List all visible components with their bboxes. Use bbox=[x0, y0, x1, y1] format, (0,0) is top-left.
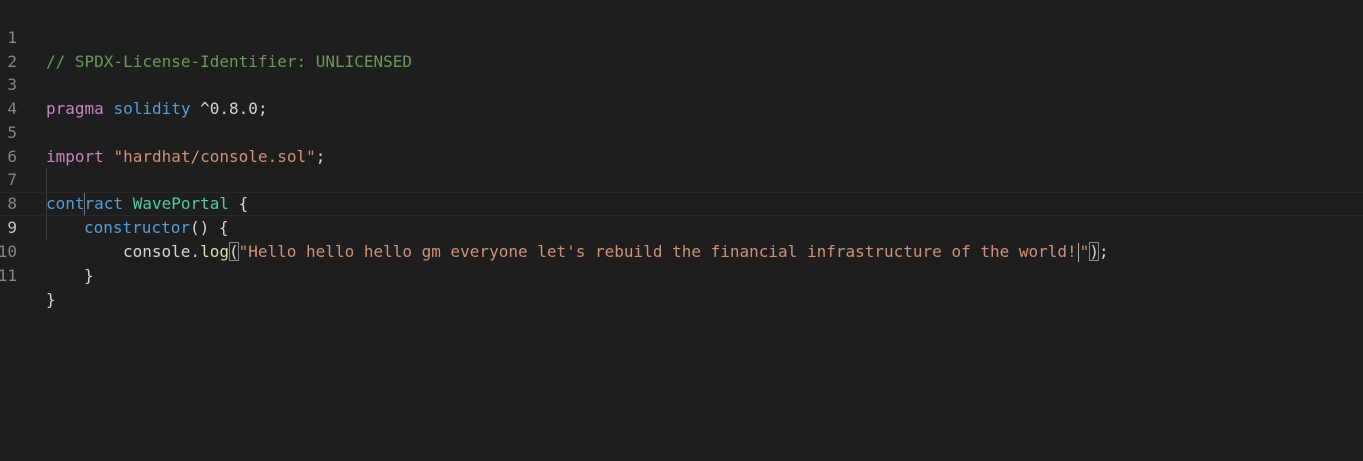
code-line-8[interactable]: 8 constructor() { bbox=[0, 168, 1363, 237]
code-line-2[interactable]: 2 bbox=[0, 26, 1363, 71]
code-line-1[interactable]: 1 // SPDX-License-Identifier: UNLICENSED bbox=[0, 2, 1363, 71]
code-line-5[interactable]: 5 import "hardhat/console.sol"; bbox=[0, 97, 1363, 166]
code-line-7[interactable]: 7 contract WavePortal { bbox=[0, 144, 1363, 213]
code-line-4[interactable]: 4 bbox=[0, 73, 1363, 118]
code-line-11[interactable]: 11 } bbox=[0, 240, 1363, 309]
close-brace: } bbox=[84, 266, 94, 285]
close-brace: } bbox=[46, 290, 56, 309]
code-line-10[interactable]: 10 } bbox=[0, 216, 1363, 285]
code-line-3[interactable]: 3 pragma solidity ^0.8.0; bbox=[0, 49, 1363, 118]
code-editor[interactable]: 1 // SPDX-License-Identifier: UNLICENSED… bbox=[0, 0, 1363, 461]
code-line-9[interactable]: 9 console.log("Hello hello hello gm ever… bbox=[0, 192, 1363, 262]
line-number: 11 bbox=[0, 266, 17, 285]
code-line-6[interactable]: 6 bbox=[0, 121, 1363, 166]
